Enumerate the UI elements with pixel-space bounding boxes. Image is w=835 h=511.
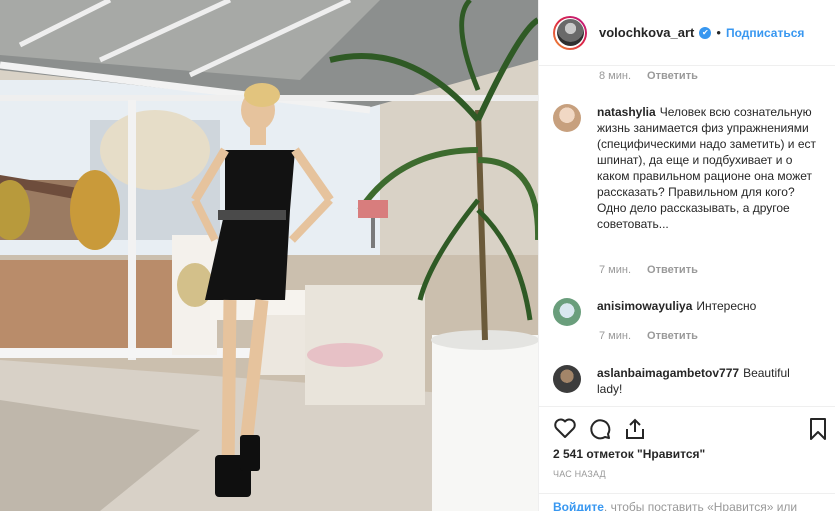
author-avatar[interactable]: [553, 15, 587, 50]
comment-item: natashylia Человек всю сознательную жизнь…: [553, 104, 828, 232]
comment-text: Человек всю сознательную жизнь занимаетс…: [597, 105, 816, 231]
login-prompt-text: , чтобы поставить «Нравится» или: [603, 500, 798, 511]
comment-text: Интересно: [696, 299, 757, 313]
post-photo[interactable]: [0, 0, 538, 511]
follow-button[interactable]: Подписаться: [726, 26, 804, 40]
comment-time: 7 мин.: [599, 330, 632, 342]
login-link[interactable]: Войдите: [553, 500, 604, 511]
post-sidebar: volochkova_art ✔ • Подписаться 8 мин. От…: [538, 0, 835, 511]
header-separator: •: [716, 25, 721, 40]
post-timestamp: ЧАС НАЗАД: [553, 469, 606, 479]
verified-badge-icon: ✔: [699, 26, 712, 39]
reply-button[interactable]: Ответить: [647, 330, 698, 342]
comment-item: aslanbaimagambetov777 Beautiful lady!: [553, 365, 828, 397]
commenter-avatar[interactable]: [553, 365, 581, 393]
reply-button[interactable]: Ответить: [647, 70, 698, 82]
action-icons: [553, 417, 828, 443]
reply-button[interactable]: Ответить: [647, 264, 698, 276]
heart-icon[interactable]: [553, 417, 577, 442]
comment-icon[interactable]: [588, 417, 612, 444]
bookmark-icon[interactable]: [808, 417, 828, 444]
comment-time: 8 мин.: [599, 70, 632, 82]
commenter-avatar[interactable]: [553, 104, 581, 132]
commenter-avatar[interactable]: [553, 298, 581, 326]
likes-count[interactable]: 2 541 отметок "Нравится": [553, 447, 705, 461]
comment-item: anisimowayuliya Интересно: [553, 298, 828, 326]
author-username[interactable]: volochkova_art: [599, 25, 694, 40]
comment-time: 7 мин.: [599, 264, 632, 276]
comment-meta: 8 мин. Ответить: [599, 70, 698, 82]
post-actions: 2 541 отметок "Нравится" ЧАС НАЗАД Войди…: [539, 406, 835, 511]
post-header: volochkova_art ✔ • Подписаться: [539, 0, 835, 66]
login-prompt: Войдите, чтобы поставить «Нравится» или: [539, 493, 835, 511]
comment-meta: 7 мин. Ответить: [599, 330, 698, 342]
comments-list[interactable]: 8 мин. Ответить natashylia Человек всю со…: [539, 66, 835, 406]
photo-scene: [0, 0, 538, 511]
comment-username[interactable]: aslanbaimagambetov777: [597, 366, 739, 380]
comment-username[interactable]: anisimowayuliya: [597, 299, 692, 313]
share-icon[interactable]: [624, 417, 646, 444]
comment-username[interactable]: natashylia: [597, 105, 656, 119]
comment-meta: 7 мин. Ответить: [599, 264, 698, 276]
